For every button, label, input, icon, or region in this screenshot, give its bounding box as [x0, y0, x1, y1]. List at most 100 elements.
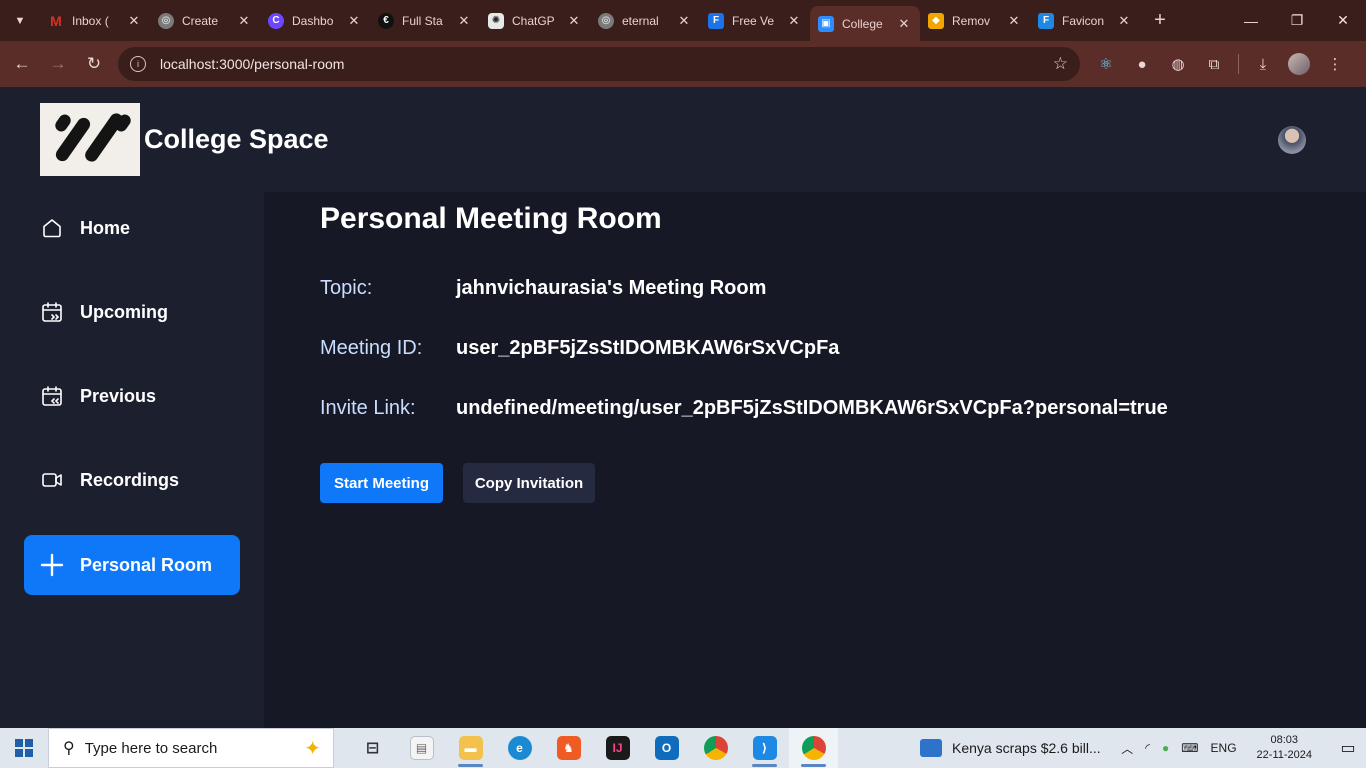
extensions-puzzle-icon[interactable]: ⧉ [1196, 46, 1232, 82]
clerk-icon: C [268, 12, 284, 29]
wifi-icon[interactable]: ◜ [1145, 741, 1150, 755]
browser-tab-strip: ▼ M Inbox ( ✕ ◎ Create ✕ C Dashbo ✕ € Fu… [0, 0, 1366, 41]
detail-label: Topic: [320, 277, 373, 299]
sidebar-item-label: Recordings [80, 469, 180, 490]
tab-title: eternal [622, 13, 659, 28]
edge-icon[interactable]: e [495, 728, 544, 768]
browser-tab[interactable]: ◎ eternal ✕ [590, 0, 700, 41]
tab-close-icon[interactable]: ✕ [1006, 13, 1022, 29]
tab-title: Favicon [1062, 13, 1105, 28]
clock[interactable]: 08:03 22-11-2024 [1251, 733, 1318, 763]
college-space-logo[interactable] [40, 103, 140, 176]
browser-tab[interactable]: C Dashbo ✕ [260, 0, 370, 41]
home-icon [40, 216, 64, 240]
windows-start-icon[interactable] [0, 728, 48, 768]
brave-icon[interactable]: ♞ [544, 728, 593, 768]
news-icon [920, 739, 942, 757]
notepad-icon[interactable]: ▤ [397, 728, 446, 768]
tab-close-icon[interactable]: ✕ [236, 13, 252, 29]
tab-title: Create [182, 13, 219, 28]
favicon-io-icon: F [1038, 12, 1054, 29]
minimize-icon[interactable]: — [1228, 0, 1274, 41]
color-picker-icon[interactable]: ◍ [1160, 46, 1196, 82]
page-title: Personal Meeting Room [320, 202, 662, 235]
keyboard-icon[interactable]: ⌨ [1181, 741, 1198, 755]
download-icon[interactable]: ⤓ [1245, 46, 1281, 82]
file-explorer-icon[interactable]: ▬ [446, 728, 495, 768]
calendar-forward-icon [40, 300, 64, 324]
tab-close-icon[interactable]: ✕ [456, 13, 472, 29]
video-icon [40, 468, 64, 492]
new-tab-plus-icon[interactable]: + [1146, 7, 1174, 35]
calendar-back-icon [40, 384, 64, 408]
news-widget[interactable]: Kenya scraps $2.6 bill... [920, 739, 1101, 757]
show-hidden-icons-chevron-icon[interactable]: ︿ [1121, 740, 1133, 757]
tab-close-icon[interactable]: ✕ [346, 13, 362, 29]
user-avatar[interactable] [1278, 126, 1306, 154]
sidebar-item-label: Previous [80, 385, 157, 406]
sidebar-item-previous[interactable]: Previous [24, 366, 240, 426]
reload-icon[interactable]: ↻ [76, 46, 112, 82]
taskbar-search-placeholder: Type here to search [84, 739, 218, 757]
close-window-icon[interactable]: ✕ [1320, 0, 1366, 41]
detail-value: jahnvichaurasia's Meeting Room [456, 277, 767, 299]
copy-invitation-button[interactable]: Copy Invitation [463, 463, 595, 503]
address-bar[interactable]: i localhost:3000/personal-room ☆ [118, 47, 1080, 81]
outlook-icon[interactable]: O [642, 728, 691, 768]
tab-title: Full Sta [402, 13, 443, 28]
browser-tab[interactable]: ✺ ChatGP ✕ [480, 0, 590, 41]
tab-close-icon[interactable]: ✕ [126, 13, 142, 29]
tab-close-icon[interactable]: ✕ [566, 13, 582, 29]
react-devtools-icon[interactable]: ⚛ [1088, 46, 1124, 82]
chrome-profile-icon[interactable] [789, 728, 838, 768]
restore-icon[interactable]: ❐ [1274, 0, 1320, 41]
app-title[interactable]: College Space [144, 124, 329, 155]
site-info-icon[interactable]: i [130, 56, 146, 72]
chrome-icon[interactable] [691, 728, 740, 768]
sidebar-item-home[interactable]: Home [24, 198, 240, 258]
security-icon[interactable]: ● [1162, 741, 1169, 755]
copilot-sparkle-icon: ✦ [304, 737, 321, 760]
browser-tab[interactable]: ◎ Create ✕ [150, 0, 260, 41]
bookmark-star-icon[interactable]: ☆ [1053, 54, 1068, 74]
task-view-icon[interactable]: ⊟ [348, 728, 397, 768]
browser-tab[interactable]: ◆ Remov ✕ [920, 0, 1030, 41]
vscode-icon[interactable]: ⟩ [740, 728, 789, 768]
chatgpt-icon: ✺ [488, 12, 504, 29]
intellij-icon[interactable]: IJ [593, 728, 642, 768]
back-arrow-icon[interactable]: ← [4, 46, 40, 82]
forward-arrow-icon[interactable]: → [40, 46, 76, 82]
detail-label: Meeting ID: [320, 337, 423, 359]
tab-close-icon[interactable]: ✕ [676, 13, 692, 29]
browser-tab[interactable]: F Favicon ✕ [1030, 0, 1140, 41]
news-headline: Kenya scraps $2.6 bill... [952, 740, 1101, 756]
sidebar-item-upcoming[interactable]: Upcoming [24, 282, 240, 342]
gmail-icon: M [50, 12, 62, 29]
browser-toolbar: ← → ↻ i localhost:3000/personal-room ☆ ⚛… [0, 41, 1366, 87]
profile-avatar[interactable] [1281, 46, 1317, 82]
tab-search-chevron-icon[interactable]: ▼ [8, 9, 32, 33]
detail-label: Invite Link: [320, 397, 416, 419]
extension-drop-icon[interactable]: ● [1124, 46, 1160, 82]
tab-close-icon[interactable]: ✕ [1116, 13, 1132, 29]
tab-close-icon[interactable]: ✕ [896, 16, 912, 32]
detail-row-invite-link: Invite Link: undefined/meeting/user_2pBF… [320, 397, 1168, 420]
remove-bg-icon: ◆ [928, 12, 944, 29]
browser-menu-icon[interactable]: ⋮ [1317, 46, 1353, 82]
tab-title: College [842, 16, 883, 31]
sidebar-item-personal-room[interactable]: Personal Room [24, 535, 240, 595]
detail-row-topic: Topic: jahnvichaurasia's Meeting Room [320, 277, 766, 300]
browser-tab-active[interactable]: ▣ College ✕ [810, 6, 920, 41]
language-indicator[interactable]: ENG [1211, 741, 1237, 755]
start-meeting-button[interactable]: Start Meeting [320, 463, 443, 503]
browser-tab[interactable]: M Inbox ( ✕ [40, 0, 150, 41]
taskbar-search-box[interactable]: ⚲ Type here to search ✦ [48, 728, 334, 768]
browser-tab[interactable]: € Full Sta ✕ [370, 0, 480, 41]
sidebar-item-recordings[interactable]: Recordings [24, 450, 240, 510]
tab-title: Free Ve [732, 13, 775, 28]
tab-close-icon[interactable]: ✕ [786, 13, 802, 29]
notification-icon[interactable]: ▭ [1330, 738, 1366, 758]
sidebar-item-label: Home [80, 217, 131, 238]
browser-tab[interactable]: F Free Ve ✕ [700, 0, 810, 41]
address-url[interactable]: localhost:3000/personal-room [160, 56, 1053, 72]
